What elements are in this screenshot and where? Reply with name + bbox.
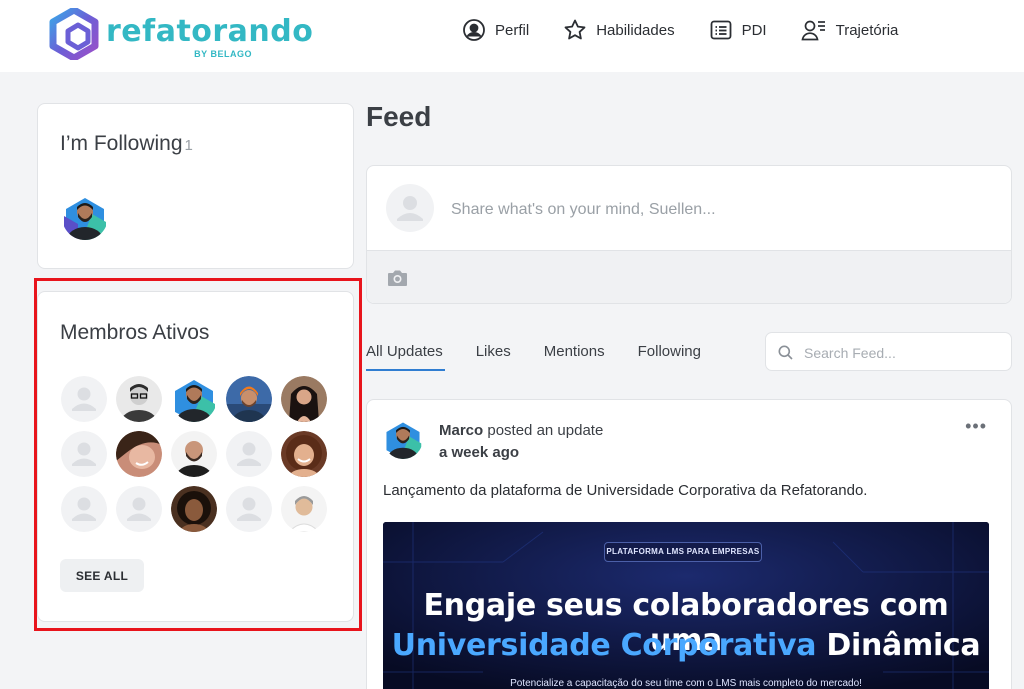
post-composer xyxy=(366,165,1012,304)
star-icon xyxy=(564,19,586,40)
avatar-bearded-man[interactable] xyxy=(62,194,108,240)
nav-label: Perfil xyxy=(495,21,530,39)
search-icon xyxy=(778,345,793,360)
post-author[interactable]: Marco xyxy=(439,422,483,439)
avatar-placeholder[interactable] xyxy=(61,376,107,422)
banner-subtitle: Potencialize a capacitação do seu time c… xyxy=(510,678,862,689)
see-all-button[interactable]: SEE ALL xyxy=(60,559,144,592)
avatar-bearded-man[interactable] xyxy=(171,376,217,422)
tab-following[interactable]: Following xyxy=(638,343,701,370)
main-nav: Perfil Habilidades PDI Trajetória xyxy=(462,18,932,42)
search-input[interactable] xyxy=(804,343,994,363)
avatar-dark-hair-woman[interactable] xyxy=(281,376,327,422)
feed-post: Marco posted an update a week ago ••• La… xyxy=(366,399,1012,689)
avatar-placeholder[interactable] xyxy=(226,486,272,532)
tab-likes[interactable]: Likes xyxy=(476,343,511,370)
nav-label: Habilidades xyxy=(596,21,675,39)
following-title: I’m Following 1 xyxy=(60,132,193,155)
camera-icon[interactable] xyxy=(387,269,408,287)
post-time[interactable]: a week ago xyxy=(439,442,603,464)
brand-name: refatorando xyxy=(106,14,314,49)
brand-sub: BY BELAGO xyxy=(194,49,252,59)
nav-trajetoria[interactable]: Trajetória xyxy=(801,18,899,42)
following-card: I’m Following 1 xyxy=(37,103,354,269)
user-avatar-placeholder xyxy=(386,184,434,232)
avatar-asian-man[interactable] xyxy=(281,486,327,532)
top-header: refatorando BY BELAGO Perfil Habilidades… xyxy=(0,0,1024,72)
nav-perfil[interactable]: Perfil xyxy=(462,18,529,42)
post-meta: Marco posted an update a week ago xyxy=(439,420,603,464)
user-list-icon xyxy=(801,20,825,41)
composer-toolbar xyxy=(367,250,1011,303)
nav-habilidades[interactable]: Habilidades xyxy=(563,18,675,42)
feed-title: Feed xyxy=(366,101,432,132)
avatar-dark-woman[interactable] xyxy=(171,486,217,532)
nav-pdi[interactable]: PDI xyxy=(709,18,767,42)
list-icon xyxy=(710,20,731,40)
banner-heading-highlight: Universidade Corporativa xyxy=(391,628,817,663)
avatar-placeholder[interactable] xyxy=(61,431,107,477)
avatar-curly-woman[interactable] xyxy=(281,431,327,477)
composer-input[interactable] xyxy=(451,198,951,222)
avatar-orange-beanie-man[interactable] xyxy=(226,376,272,422)
avatar-bearded-man[interactable] xyxy=(383,419,423,459)
avatar-smiling-woman[interactable] xyxy=(116,431,162,477)
avatar-placeholder[interactable] xyxy=(226,431,272,477)
tab-all-updates[interactable]: All Updates xyxy=(366,343,445,371)
more-options-icon[interactable]: ••• xyxy=(965,416,987,437)
members-title: Membros Ativos xyxy=(60,321,210,344)
post-action: posted an update xyxy=(487,422,604,439)
post-banner-image[interactable]: PLATAFORMA LMS PARA EMPRESAS Engaje seus… xyxy=(383,522,989,689)
avatar-glasses-man[interactable] xyxy=(116,376,162,422)
brand-wordmark: refatorando BY BELAGO xyxy=(106,8,313,60)
banner-tag: PLATAFORMA LMS PARA EMPRESAS xyxy=(604,542,762,562)
active-members-card: Membros Ativos SEE ALL xyxy=(37,291,354,622)
post-text: Lançamento da plataforma de Universidade… xyxy=(383,482,868,499)
tab-mentions[interactable]: Mentions xyxy=(544,343,605,370)
feed-search xyxy=(765,332,1012,371)
nav-label: Trajetória xyxy=(835,21,899,39)
members-grid xyxy=(61,376,341,532)
logo-hexagon-icon xyxy=(49,8,99,60)
banner-heading-end: Dinâmica xyxy=(826,628,981,663)
nav-label: PDI xyxy=(741,21,767,39)
avatar-bald-man[interactable] xyxy=(171,431,217,477)
user-circle-icon xyxy=(463,19,485,41)
brand-logo[interactable]: refatorando BY BELAGO xyxy=(48,4,313,64)
avatar-placeholder[interactable] xyxy=(61,486,107,532)
banner-heading-line2: Universidade Corporativa Dinâmica xyxy=(383,628,989,663)
avatar-placeholder[interactable] xyxy=(116,486,162,532)
feed-tabs: All Updates Likes Mentions Following xyxy=(366,343,734,371)
following-count: 1 xyxy=(184,137,193,154)
